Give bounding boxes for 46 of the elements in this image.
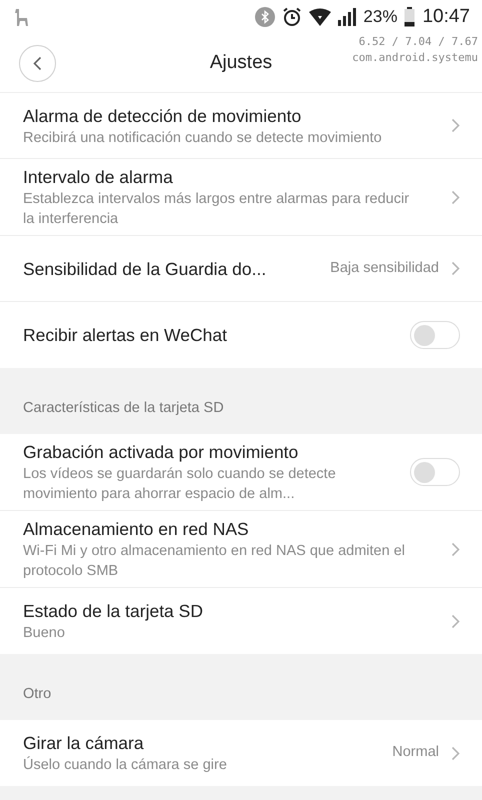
row-subtitle: Establezca intervalos más largos entre alarmas para reducir la interferencia bbox=[23, 190, 410, 229]
row-title: Recibir alertas en WeChat bbox=[23, 324, 228, 347]
row-title: Intervalo de alarma bbox=[23, 166, 174, 189]
section-header: Características de la tarjeta SD bbox=[23, 399, 224, 418]
screen-title: Ajustes bbox=[210, 50, 272, 75]
row-title: Girar la cámara bbox=[23, 732, 145, 755]
chevron-right-icon bbox=[451, 190, 460, 204]
back-icon bbox=[33, 56, 42, 70]
process-name-overlay: com.android.systemu bbox=[352, 50, 478, 66]
battery-percent: 23% bbox=[363, 6, 398, 28]
settings-row[interactable]: Girar la cámara Úselo cuando la cámara se gire Normal bbox=[0, 720, 482, 786]
row-value: Normal bbox=[392, 743, 439, 762]
chevron-right-icon bbox=[451, 746, 460, 760]
toggle-switch[interactable] bbox=[410, 321, 460, 349]
wifi-icon bbox=[309, 8, 332, 26]
signal-icon bbox=[338, 8, 356, 26]
row-title: Grabación activada por movimiento bbox=[23, 441, 300, 464]
row-title: Almacenamiento en red NAS bbox=[23, 518, 250, 541]
settings-row[interactable]: Estado de la tarjeta SD Bueno bbox=[0, 588, 482, 654]
chevron-right-icon bbox=[451, 542, 460, 556]
row-subtitle: Bueno bbox=[23, 624, 66, 643]
toggle-switch[interactable] bbox=[410, 458, 460, 486]
chevron-right-icon bbox=[451, 261, 460, 276]
settings-row[interactable]: Recibir alertas en WeChat bbox=[0, 302, 482, 368]
settings-row[interactable]: Sensibilidad de la Guardia do... Baja sensibilidad bbox=[0, 236, 482, 302]
settings-row[interactable]: Almacenamiento en red NAS Wi-Fi Mi y otro almacenamiento en red NAS que admiten el protocolo SMB bbox=[0, 511, 482, 588]
chevron-right-icon bbox=[451, 118, 460, 133]
row-title: Alarma de detección de movimiento bbox=[23, 104, 302, 128]
section-header: Otro bbox=[23, 685, 52, 704]
row-title: Sensibilidad de la Guardia do... bbox=[23, 258, 268, 280]
battery-icon bbox=[404, 7, 416, 27]
cpu-load-overlay: 6.52 / 7.04 / 7.67 bbox=[358, 34, 478, 50]
row-title: Estado de la tarjeta SD bbox=[23, 600, 204, 623]
chevron-right-icon bbox=[451, 614, 460, 628]
row-value: Baja sensibilidad bbox=[330, 258, 439, 278]
settings-row[interactable]: Alarma de detección de movimiento Recibirá una notificación cuando se detecte movimiento bbox=[0, 93, 482, 159]
settings-row[interactable]: Intervalo de alarma Establezca intervalos más largos entre alarmas para reducir la interferencia bbox=[0, 159, 482, 236]
settings-row[interactable]: Grabación activada por movimiento Los vídeos se guardarán solo cuando se detecte movimiento para ahorrar espacio de alm... bbox=[0, 434, 482, 511]
bluetooth-icon bbox=[255, 7, 276, 27]
clock-time: 10:47 bbox=[422, 4, 470, 29]
row-subtitle: Recibirá una notificación cuando se detecte movimiento bbox=[23, 128, 383, 148]
row-subtitle: Los vídeos se guardarán solo cuando se detecte movimiento para ahorrar espacio de alm... bbox=[23, 465, 337, 504]
row-subtitle: Úselo cuando la cámara se gire bbox=[23, 755, 228, 775]
back-button[interactable] bbox=[19, 44, 56, 82]
alarm-clock-icon bbox=[282, 7, 302, 27]
row-subtitle: Wi-Fi Mi y otro almacenamiento en red NAS que admiten el protocolo SMB bbox=[23, 542, 406, 581]
